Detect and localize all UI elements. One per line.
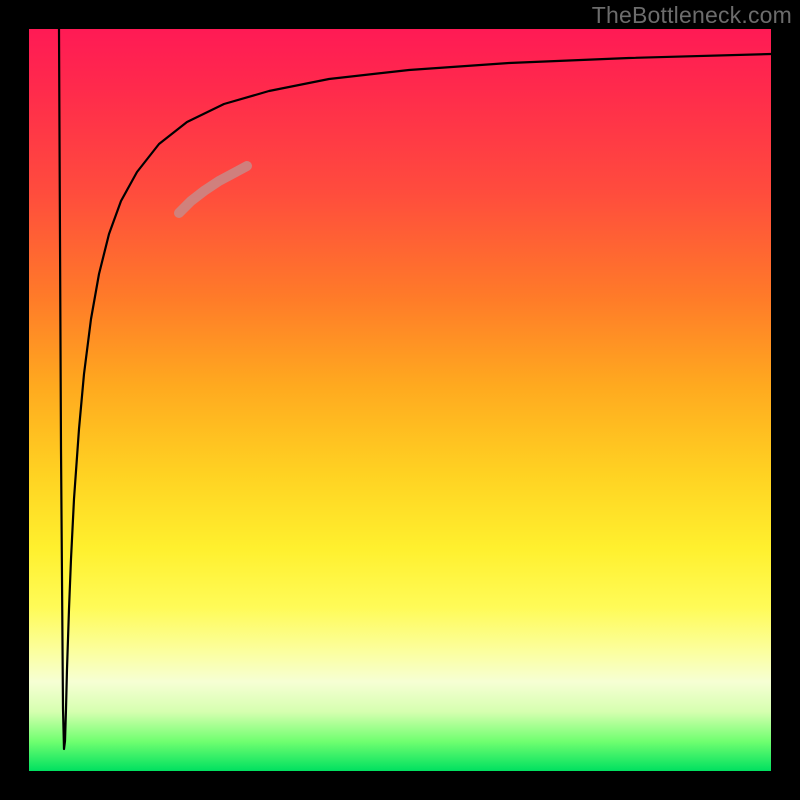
chart-frame: TheBottleneck.com: [0, 0, 800, 800]
watermark-text: TheBottleneck.com: [592, 2, 792, 29]
highlight-segment: [179, 166, 247, 213]
curve-path: [59, 29, 771, 749]
chart-svg: [29, 29, 771, 771]
plot-area: [29, 29, 771, 771]
